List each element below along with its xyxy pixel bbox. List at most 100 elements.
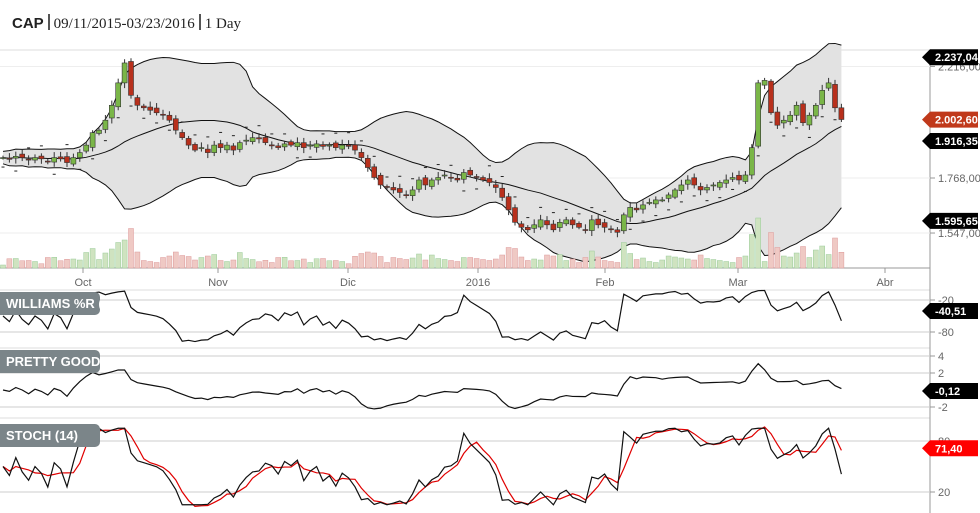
volume-bar	[224, 261, 230, 269]
candle-body	[633, 207, 640, 211]
candle-body	[185, 138, 192, 146]
candle-body	[601, 222, 608, 228]
candle-body	[678, 184, 685, 191]
stoch-k-line	[2, 427, 842, 506]
candle-body	[6, 158, 13, 160]
candle-body	[224, 144, 230, 151]
volume-bar	[217, 260, 224, 269]
volume-bar	[640, 257, 646, 269]
volume-bar	[365, 251, 371, 269]
volume-bar	[384, 262, 390, 269]
volume-bar	[595, 256, 601, 269]
volume-bar	[793, 252, 800, 269]
candle-body	[716, 182, 723, 188]
stoch-panel-label[interactable]: STOCH (14)	[0, 424, 100, 447]
volume-bar	[557, 254, 563, 269]
candle-body	[364, 158, 371, 168]
volume-bar	[461, 257, 467, 269]
volume-bar	[441, 259, 448, 269]
volume-bar	[800, 246, 806, 269]
candle-body	[627, 207, 634, 218]
candle-body	[505, 196, 512, 211]
volume-bar	[377, 256, 384, 269]
volume-bar	[390, 257, 397, 269]
indicator-value-tag[interactable]: -0,12	[922, 383, 978, 400]
candle-body	[467, 169, 474, 176]
candle-body	[582, 229, 589, 231]
volume-bar	[473, 258, 480, 269]
volume-bar	[134, 251, 141, 269]
volume-bar	[787, 256, 793, 269]
volume-bar	[717, 260, 723, 269]
candle-body	[275, 145, 282, 148]
volume-bar	[141, 260, 147, 269]
candle-body	[51, 157, 58, 163]
volume-bar	[333, 260, 339, 269]
candle-body	[825, 82, 832, 89]
volume-bar	[646, 261, 653, 269]
volume-bar	[653, 262, 659, 269]
candle-body	[697, 186, 704, 191]
pretty-good-panel-label[interactable]: PRETTY GOOD (14)	[0, 350, 100, 373]
candle-body	[742, 174, 749, 182]
volume-bar	[6, 258, 13, 269]
y-tick-label: 2	[938, 368, 944, 380]
price-tag[interactable]: 1.916,35	[922, 133, 978, 150]
candle-body	[588, 219, 595, 231]
candle-body	[614, 229, 621, 233]
candle-body	[198, 147, 205, 149]
volume-bar	[467, 257, 473, 269]
candle-body	[537, 219, 544, 228]
candle-body	[352, 144, 358, 151]
volume-bar	[710, 259, 717, 269]
indicator-value-tag[interactable]: 71,40	[922, 440, 978, 457]
candle-body	[608, 228, 614, 231]
candle-body	[646, 202, 653, 204]
volume-bar	[281, 257, 288, 269]
price-tag[interactable]: 2.002,60	[922, 111, 978, 128]
price-tag[interactable]: 1.595,65	[922, 212, 978, 229]
volume-bar	[422, 259, 429, 269]
candle-body	[800, 103, 806, 124]
x-tick-label: Abr	[876, 277, 893, 289]
candle-body	[748, 147, 755, 176]
candle-body	[499, 187, 506, 198]
volume-bar	[672, 256, 678, 269]
volume-bar	[550, 255, 557, 269]
candle-body	[377, 174, 384, 186]
volume-bar	[582, 257, 589, 269]
candle-body	[576, 223, 582, 228]
candle-body	[761, 80, 768, 86]
volume-bar	[614, 262, 621, 269]
candle-body	[77, 152, 83, 158]
candle-body	[96, 129, 102, 134]
volume-bar	[102, 252, 109, 269]
volume-bar	[109, 248, 115, 269]
indicator-value-tag[interactable]: -40,51	[922, 302, 978, 319]
price-tag[interactable]: 2.237,04	[922, 49, 979, 66]
volume-bar	[697, 254, 704, 269]
volume-bar	[339, 261, 345, 269]
tag-label: 1.916,35	[935, 136, 978, 148]
volume-bar	[569, 258, 576, 269]
candle-body	[128, 61, 134, 96]
volume-bar	[128, 228, 134, 269]
x-tick-label: 2016	[466, 277, 490, 289]
candle-body	[435, 177, 442, 181]
volume-bar	[493, 258, 499, 269]
volume-bar	[678, 257, 685, 269]
candle-body	[102, 119, 109, 130]
williams-panel-label[interactable]: WILLIAMS %R (14)	[0, 292, 100, 315]
volume-bar	[761, 261, 768, 269]
williams-r-line	[2, 289, 842, 343]
candle-body	[684, 179, 691, 185]
candle-body	[262, 137, 269, 143]
candle-body	[57, 156, 64, 160]
candle-body	[256, 137, 262, 140]
volume-bar	[729, 262, 736, 269]
volume-bar	[38, 263, 45, 269]
candle-body	[205, 148, 211, 153]
stock-chart[interactable]: 2.216,001.768,001.547,00Oct Nov Dic 2016 Feb…	[0, 0, 980, 513]
candle-body	[556, 222, 563, 228]
candle-body	[652, 199, 659, 205]
